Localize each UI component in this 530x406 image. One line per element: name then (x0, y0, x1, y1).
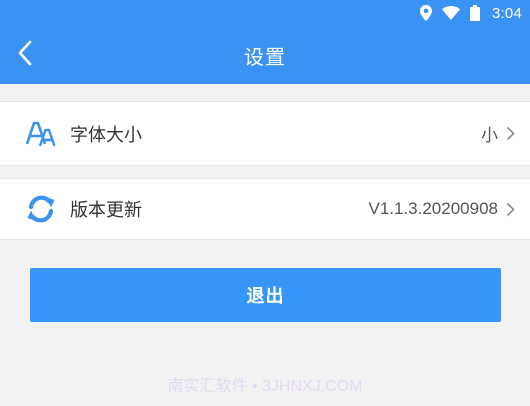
chevron-right-icon (506, 201, 516, 217)
refresh-icon (26, 194, 56, 224)
battery-icon (470, 5, 480, 21)
back-button[interactable] (10, 38, 40, 72)
watermark: 南实汇软件 • 3JHNXJ.COM (167, 378, 363, 395)
font-size-value: 小 (481, 126, 498, 145)
status-bar: 3:04 (0, 0, 530, 26)
font-size-icon (26, 119, 56, 149)
logout-button[interactable]: 退出 (30, 268, 501, 322)
settings-item-version-update[interactable]: 版本更新 V1.1.3.20200908 (0, 178, 530, 240)
settings-item-label: 字体大小 (70, 124, 142, 146)
version-value: V1.1.3.20200908 (368, 199, 498, 218)
status-time: 3:04 (492, 4, 522, 22)
location-pin-icon (420, 5, 432, 21)
chevron-left-icon (17, 40, 33, 70)
settings-item-label: 版本更新 (70, 200, 142, 221)
chevron-right-icon (506, 126, 516, 142)
wifi-icon (442, 6, 460, 20)
app-bar: 设置 (0, 26, 530, 84)
page-title: 设置 (244, 44, 286, 69)
settings-item-font-size[interactable]: 字体大小 小 (0, 101, 530, 166)
